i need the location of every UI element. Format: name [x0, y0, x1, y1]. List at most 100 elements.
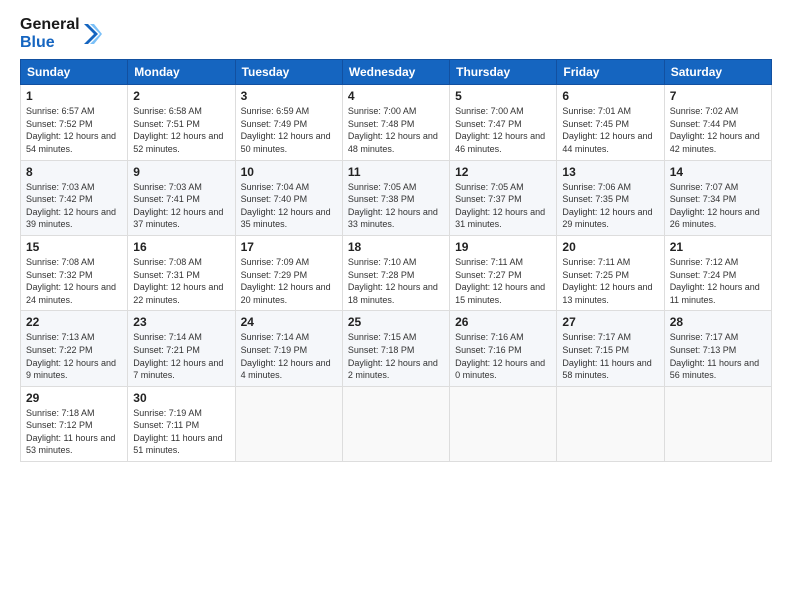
table-row: 20 Sunrise: 7:11 AMSunset: 7:25 PMDaylig…	[557, 235, 664, 310]
day-number: 27	[562, 315, 658, 329]
day-info: Sunrise: 7:06 AMSunset: 7:35 PMDaylight:…	[562, 181, 658, 231]
day-number: 9	[133, 165, 229, 179]
table-row: 8 Sunrise: 7:03 AMSunset: 7:42 PMDayligh…	[21, 160, 128, 235]
header: General Blue	[20, 16, 772, 51]
table-row: 11 Sunrise: 7:05 AMSunset: 7:38 PMDaylig…	[342, 160, 449, 235]
day-info: Sunrise: 6:59 AMSunset: 7:49 PMDaylight:…	[241, 105, 337, 155]
logo: General Blue	[20, 16, 102, 51]
table-row	[450, 386, 557, 461]
day-info: Sunrise: 7:19 AMSunset: 7:11 PMDaylight:…	[133, 407, 229, 457]
day-info: Sunrise: 7:18 AMSunset: 7:12 PMDaylight:…	[26, 407, 122, 457]
table-row: 5 Sunrise: 7:00 AMSunset: 7:47 PMDayligh…	[450, 85, 557, 160]
table-row: 27 Sunrise: 7:17 AMSunset: 7:15 PMDaylig…	[557, 311, 664, 386]
table-row	[557, 386, 664, 461]
logo-general-text: General	[20, 16, 80, 34]
table-row: 10 Sunrise: 7:04 AMSunset: 7:40 PMDaylig…	[235, 160, 342, 235]
day-info: Sunrise: 7:14 AMSunset: 7:19 PMDaylight:…	[241, 331, 337, 381]
day-number: 7	[670, 89, 766, 103]
table-row: 4 Sunrise: 7:00 AMSunset: 7:48 PMDayligh…	[342, 85, 449, 160]
day-number: 30	[133, 391, 229, 405]
logo-blue-text: Blue	[20, 34, 80, 52]
day-number: 21	[670, 240, 766, 254]
table-row: 29 Sunrise: 7:18 AMSunset: 7:12 PMDaylig…	[21, 386, 128, 461]
day-number: 19	[455, 240, 551, 254]
table-row: 3 Sunrise: 6:59 AMSunset: 7:49 PMDayligh…	[235, 85, 342, 160]
calendar-week-row: 15 Sunrise: 7:08 AMSunset: 7:32 PMDaylig…	[21, 235, 772, 310]
table-row: 19 Sunrise: 7:11 AMSunset: 7:27 PMDaylig…	[450, 235, 557, 310]
day-info: Sunrise: 7:17 AMSunset: 7:13 PMDaylight:…	[670, 331, 766, 381]
day-info: Sunrise: 7:03 AMSunset: 7:42 PMDaylight:…	[26, 181, 122, 231]
day-number: 23	[133, 315, 229, 329]
day-info: Sunrise: 7:00 AMSunset: 7:47 PMDaylight:…	[455, 105, 551, 155]
header-wednesday: Wednesday	[342, 60, 449, 85]
day-number: 10	[241, 165, 337, 179]
day-number: 20	[562, 240, 658, 254]
day-number: 12	[455, 165, 551, 179]
day-number: 22	[26, 315, 122, 329]
day-number: 8	[26, 165, 122, 179]
day-number: 13	[562, 165, 658, 179]
day-info: Sunrise: 6:58 AMSunset: 7:51 PMDaylight:…	[133, 105, 229, 155]
table-row: 1 Sunrise: 6:57 AMSunset: 7:52 PMDayligh…	[21, 85, 128, 160]
table-row: 25 Sunrise: 7:15 AMSunset: 7:18 PMDaylig…	[342, 311, 449, 386]
day-info: Sunrise: 7:15 AMSunset: 7:18 PMDaylight:…	[348, 331, 444, 381]
calendar-week-row: 1 Sunrise: 6:57 AMSunset: 7:52 PMDayligh…	[21, 85, 772, 160]
calendar-week-row: 29 Sunrise: 7:18 AMSunset: 7:12 PMDaylig…	[21, 386, 772, 461]
day-info: Sunrise: 7:16 AMSunset: 7:16 PMDaylight:…	[455, 331, 551, 381]
day-number: 6	[562, 89, 658, 103]
day-number: 4	[348, 89, 444, 103]
day-info: Sunrise: 7:13 AMSunset: 7:22 PMDaylight:…	[26, 331, 122, 381]
table-row: 16 Sunrise: 7:08 AMSunset: 7:31 PMDaylig…	[128, 235, 235, 310]
table-row: 24 Sunrise: 7:14 AMSunset: 7:19 PMDaylig…	[235, 311, 342, 386]
calendar-week-row: 8 Sunrise: 7:03 AMSunset: 7:42 PMDayligh…	[21, 160, 772, 235]
table-row: 7 Sunrise: 7:02 AMSunset: 7:44 PMDayligh…	[664, 85, 771, 160]
day-info: Sunrise: 7:10 AMSunset: 7:28 PMDaylight:…	[348, 256, 444, 306]
day-number: 2	[133, 89, 229, 103]
day-info: Sunrise: 7:08 AMSunset: 7:32 PMDaylight:…	[26, 256, 122, 306]
day-number: 11	[348, 165, 444, 179]
calendar-table: Sunday Monday Tuesday Wednesday Thursday…	[20, 59, 772, 462]
day-info: Sunrise: 7:00 AMSunset: 7:48 PMDaylight:…	[348, 105, 444, 155]
table-row: 2 Sunrise: 6:58 AMSunset: 7:51 PMDayligh…	[128, 85, 235, 160]
day-info: Sunrise: 6:57 AMSunset: 7:52 PMDaylight:…	[26, 105, 122, 155]
logo-chevron-icon	[84, 20, 102, 48]
day-number: 1	[26, 89, 122, 103]
day-number: 5	[455, 89, 551, 103]
weekday-header-row: Sunday Monday Tuesday Wednesday Thursday…	[21, 60, 772, 85]
day-info: Sunrise: 7:17 AMSunset: 7:15 PMDaylight:…	[562, 331, 658, 381]
table-row: 18 Sunrise: 7:10 AMSunset: 7:28 PMDaylig…	[342, 235, 449, 310]
table-row: 30 Sunrise: 7:19 AMSunset: 7:11 PMDaylig…	[128, 386, 235, 461]
day-info: Sunrise: 7:11 AMSunset: 7:27 PMDaylight:…	[455, 256, 551, 306]
table-row: 9 Sunrise: 7:03 AMSunset: 7:41 PMDayligh…	[128, 160, 235, 235]
header-thursday: Thursday	[450, 60, 557, 85]
day-info: Sunrise: 7:02 AMSunset: 7:44 PMDaylight:…	[670, 105, 766, 155]
header-monday: Monday	[128, 60, 235, 85]
day-info: Sunrise: 7:05 AMSunset: 7:38 PMDaylight:…	[348, 181, 444, 231]
day-number: 24	[241, 315, 337, 329]
table-row: 14 Sunrise: 7:07 AMSunset: 7:34 PMDaylig…	[664, 160, 771, 235]
header-tuesday: Tuesday	[235, 60, 342, 85]
day-info: Sunrise: 7:09 AMSunset: 7:29 PMDaylight:…	[241, 256, 337, 306]
day-number: 26	[455, 315, 551, 329]
day-info: Sunrise: 7:04 AMSunset: 7:40 PMDaylight:…	[241, 181, 337, 231]
table-row	[235, 386, 342, 461]
header-sunday: Sunday	[21, 60, 128, 85]
day-number: 3	[241, 89, 337, 103]
day-info: Sunrise: 7:03 AMSunset: 7:41 PMDaylight:…	[133, 181, 229, 231]
logo-wrapper: General Blue	[20, 16, 102, 51]
day-info: Sunrise: 7:12 AMSunset: 7:24 PMDaylight:…	[670, 256, 766, 306]
day-number: 14	[670, 165, 766, 179]
page: General Blue Sunday Monday Tuesday Wedne…	[0, 0, 792, 612]
day-number: 15	[26, 240, 122, 254]
day-number: 17	[241, 240, 337, 254]
day-info: Sunrise: 7:01 AMSunset: 7:45 PMDaylight:…	[562, 105, 658, 155]
table-row: 28 Sunrise: 7:17 AMSunset: 7:13 PMDaylig…	[664, 311, 771, 386]
header-saturday: Saturday	[664, 60, 771, 85]
table-row	[342, 386, 449, 461]
day-info: Sunrise: 7:05 AMSunset: 7:37 PMDaylight:…	[455, 181, 551, 231]
day-number: 18	[348, 240, 444, 254]
table-row: 15 Sunrise: 7:08 AMSunset: 7:32 PMDaylig…	[21, 235, 128, 310]
day-number: 25	[348, 315, 444, 329]
day-number: 29	[26, 391, 122, 405]
table-row: 6 Sunrise: 7:01 AMSunset: 7:45 PMDayligh…	[557, 85, 664, 160]
